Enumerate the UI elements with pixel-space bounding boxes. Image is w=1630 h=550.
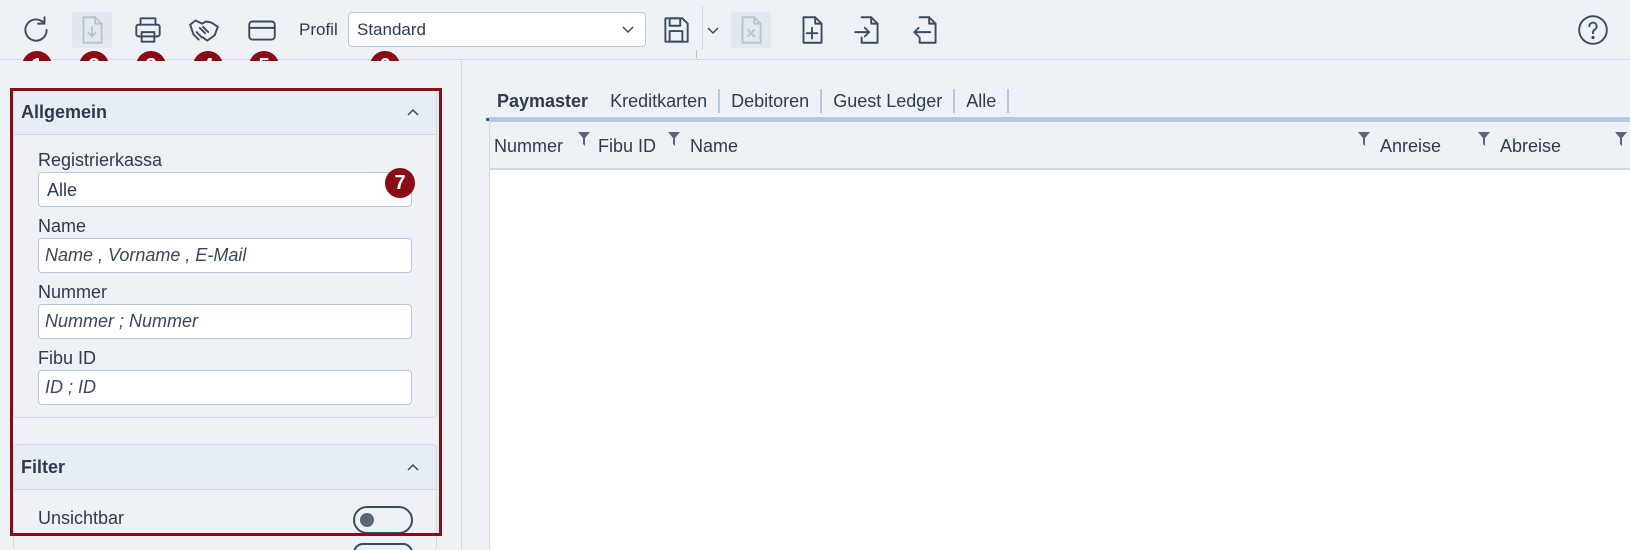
grid-header: Nummer Fibu ID Name Anreise Abreise: [490, 122, 1630, 170]
chevron-down-icon: [622, 26, 634, 34]
tab-paymaster[interactable]: Paymaster: [486, 89, 610, 121]
filter-icon[interactable]: [1615, 132, 1627, 146]
profil-label: Profil: [299, 20, 338, 39]
section-title-general: Allgemein: [21, 101, 108, 122]
tab-debitoren[interactable]: Debitoren: [720, 89, 823, 113]
next-toggle-partial[interactable]: [353, 543, 413, 550]
profil-select[interactable]: Standard: [348, 12, 646, 47]
new-doc-icon: [802, 16, 823, 44]
import-button[interactable]: [848, 12, 888, 48]
new-doc-button[interactable]: [792, 12, 832, 48]
credit-card-button[interactable]: [242, 12, 282, 48]
refresh-icon: [24, 16, 48, 42]
col-header-fibu-id[interactable]: Fibu ID: [598, 136, 656, 157]
tab-alle[interactable]: Alle: [955, 89, 1010, 113]
download-doc-icon: [82, 16, 103, 44]
handshake-icon: [189, 19, 219, 42]
export-doc-icon: [913, 16, 937, 44]
tab-bar: Paymaster Kreditkarten Debitoren Guest L…: [486, 86, 1010, 121]
toggle-label-invisible: Unsichtbar: [38, 508, 125, 528]
col-header-arrival[interactable]: Anreise: [1380, 136, 1441, 157]
credit-card-icon: [248, 20, 276, 41]
section-title-filter: Filter: [21, 456, 66, 477]
chevron-up-icon: [407, 463, 419, 471]
col-header-number[interactable]: Nummer: [494, 136, 563, 157]
toolbar-separator-tick: [696, 50, 697, 58]
field-label-register: Registrierkassa: [38, 150, 163, 170]
chevron-up-icon: [407, 108, 419, 116]
help-icon: [1578, 15, 1608, 45]
save-button[interactable]: [656, 12, 696, 48]
register-select[interactable]: Alle: [38, 172, 412, 207]
field-label-number: Nummer: [38, 282, 108, 302]
tab-kreditkarten[interactable]: Kreditkarten: [599, 89, 721, 113]
fibu-id-input[interactable]: [38, 370, 412, 405]
handshake-button[interactable]: [184, 12, 224, 48]
filter-icon[interactable]: [668, 132, 680, 146]
filter-icon[interactable]: [578, 132, 590, 146]
save-icon: [664, 17, 689, 43]
tab-guest-ledger[interactable]: Guest Ledger: [822, 89, 956, 113]
help-button[interactable]: [1573, 12, 1613, 48]
toggle-knob: [360, 513, 374, 527]
number-input[interactable]: [38, 304, 412, 339]
field-label-fibu-id: Fibu ID: [38, 348, 97, 368]
section-header-general[interactable]: Allgemein: [13, 89, 437, 135]
refresh-button[interactable]: [16, 12, 56, 48]
import-doc-icon: [854, 16, 879, 44]
toolbar: Profil Standard: [0, 0, 1630, 60]
filter-icon[interactable]: [1478, 132, 1490, 146]
col-header-departure[interactable]: Abreise: [1500, 136, 1561, 157]
section-header-filter[interactable]: Filter: [13, 444, 437, 490]
data-grid: Nummer Fibu ID Name Anreise Abreise: [489, 122, 1630, 550]
profil-select-value: Standard: [357, 20, 426, 39]
field-label-name: Name: [38, 216, 87, 236]
print-button[interactable]: [128, 12, 168, 48]
annotation-badge-7: 7: [385, 168, 415, 198]
toolbar-separator: [702, 6, 703, 50]
download-button[interactable]: [72, 12, 112, 48]
delete-doc-icon: [741, 16, 762, 44]
save-options-chevron-icon[interactable]: [705, 22, 721, 38]
export-button[interactable]: [906, 12, 946, 48]
delete-button[interactable]: [731, 12, 771, 48]
name-input[interactable]: [38, 238, 412, 273]
col-header-name[interactable]: Name: [690, 136, 738, 157]
print-icon: [135, 17, 161, 43]
invisible-toggle[interactable]: [353, 506, 413, 534]
register-select-value: Alle: [47, 180, 78, 200]
filter-icon[interactable]: [1358, 132, 1370, 146]
